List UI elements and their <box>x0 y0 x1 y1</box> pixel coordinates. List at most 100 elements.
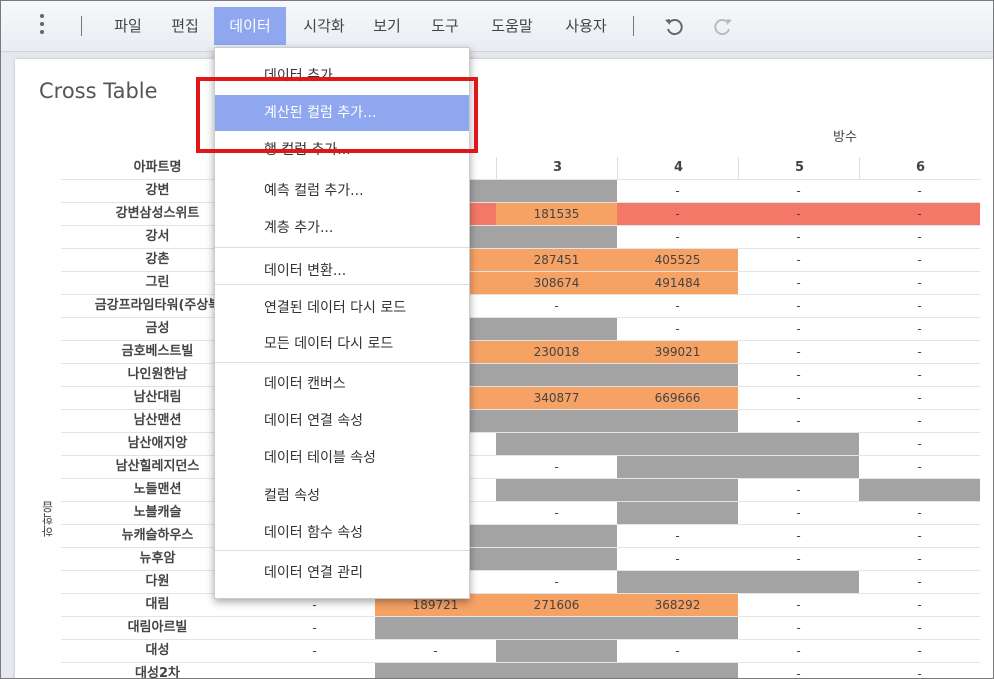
table-cell[interactable]: - <box>859 364 980 387</box>
table-cell[interactable] <box>496 433 617 456</box>
table-cell[interactable] <box>617 433 738 456</box>
table-cell[interactable] <box>496 318 617 341</box>
column-header-cell[interactable]: 5 <box>738 157 860 180</box>
dropdown-item[interactable]: 데이터 캔버스 <box>215 366 469 402</box>
menu-data[interactable]: 데이터 <box>214 7 286 45</box>
table-cell[interactable]: - <box>738 272 859 295</box>
column-header-cell[interactable]: 3 <box>496 157 618 180</box>
table-cell[interactable]: 399021 <box>617 341 738 364</box>
table-cell[interactable]: - <box>738 387 859 410</box>
table-cell[interactable] <box>496 525 617 548</box>
table-cell[interactable]: 287451 <box>496 249 617 272</box>
table-cell[interactable]: 368292 <box>617 594 738 617</box>
table-cell[interactable]: 271606 <box>496 594 617 617</box>
table-cell[interactable]: - <box>496 295 617 318</box>
table-cell[interactable]: - <box>859 295 980 318</box>
table-cell[interactable] <box>738 456 859 479</box>
table-cell[interactable] <box>254 663 375 678</box>
table-cell[interactable]: - <box>859 433 980 456</box>
dropdown-item[interactable]: 연결된 데이터 다시 로드 <box>215 290 469 326</box>
dropdown-item[interactable]: 데이터 연결 관리 <box>215 555 469 591</box>
table-cell[interactable]: - <box>738 594 859 617</box>
table-cell[interactable] <box>738 433 859 456</box>
table-cell[interactable]: - <box>859 226 980 249</box>
table-cell[interactable] <box>617 617 738 640</box>
redo-icon[interactable] <box>712 15 734 37</box>
table-cell[interactable]: - <box>738 640 859 663</box>
table-cell[interactable]: - <box>859 180 980 203</box>
dropdown-item[interactable]: 예측 컬럼 추가... <box>215 173 469 209</box>
table-cell[interactable]: - <box>738 364 859 387</box>
table-cell[interactable]: - <box>859 663 980 678</box>
table-cell[interactable] <box>496 640 617 663</box>
dropdown-item[interactable]: 모든 데이터 다시 로드 <box>215 326 469 362</box>
table-cell[interactable]: - <box>738 341 859 364</box>
dropdown-item[interactable]: 데이터 연결 속성 <box>215 403 469 439</box>
table-cell[interactable]: - <box>738 249 859 272</box>
table-cell[interactable]: - <box>496 456 617 479</box>
table-cell[interactable]: - <box>859 502 980 525</box>
table-cell[interactable]: - <box>859 249 980 272</box>
table-cell[interactable] <box>859 479 980 502</box>
table-cell[interactable] <box>496 663 617 678</box>
table-cell[interactable]: - <box>738 203 859 226</box>
table-cell[interactable]: 181535 <box>496 203 617 226</box>
table-cell[interactable]: - <box>738 410 859 433</box>
dropdown-item[interactable]: 컬럼 속성 <box>215 478 469 514</box>
table-cell[interactable] <box>375 663 496 678</box>
table-cell[interactable] <box>496 180 617 203</box>
table-cell[interactable]: - <box>617 640 738 663</box>
table-cell[interactable]: - <box>738 502 859 525</box>
table-cell[interactable]: - <box>496 571 617 594</box>
table-cell[interactable]: - <box>738 318 859 341</box>
table-cell[interactable] <box>617 571 738 594</box>
table-cell[interactable] <box>496 364 617 387</box>
table-cell[interactable]: 491484 <box>617 272 738 295</box>
menu-edit[interactable]: 편집 <box>158 7 212 45</box>
table-cell[interactable]: - <box>617 295 738 318</box>
dropdown-item[interactable]: 데이터 테이블 속성 <box>215 440 469 476</box>
table-cell[interactable]: - <box>254 640 375 663</box>
table-cell[interactable]: - <box>617 525 738 548</box>
table-cell[interactable] <box>496 479 617 502</box>
table-cell[interactable]: - <box>859 272 980 295</box>
table-cell[interactable]: - <box>859 456 980 479</box>
dropdown-item[interactable]: 데이터 함수 속성 <box>215 515 469 551</box>
table-cell[interactable]: - <box>859 387 980 410</box>
menu-view[interactable]: 보기 <box>361 7 413 45</box>
row-label[interactable]: 대림아르빌 <box>61 617 254 640</box>
table-cell[interactable]: 308674 <box>496 272 617 295</box>
table-cell[interactable] <box>375 617 496 640</box>
table-cell[interactable]: - <box>738 295 859 318</box>
dropdown-item[interactable]: 계층 추가... <box>215 210 469 246</box>
table-cell[interactable]: - <box>375 640 496 663</box>
table-cell[interactable] <box>617 663 738 678</box>
table-cell[interactable]: - <box>738 226 859 249</box>
table-cell[interactable] <box>617 456 738 479</box>
table-cell[interactable]: - <box>617 180 738 203</box>
row-label[interactable]: 대성2차 <box>61 663 254 678</box>
menu-user[interactable]: 사용자 <box>553 7 619 45</box>
column-header-cell[interactable]: 6 <box>859 157 981 180</box>
table-cell[interactable]: - <box>738 548 859 571</box>
table-cell[interactable]: - <box>496 502 617 525</box>
table-cell[interactable]: - <box>859 341 980 364</box>
table-cell[interactable] <box>617 364 738 387</box>
table-cell[interactable]: - <box>738 663 859 678</box>
table-cell[interactable]: 405525 <box>617 249 738 272</box>
table-cell[interactable]: - <box>254 617 375 640</box>
table-cell[interactable] <box>617 410 738 433</box>
column-header-cell[interactable]: 4 <box>617 157 739 180</box>
table-cell[interactable]: - <box>859 571 980 594</box>
menu-help[interactable]: 도움말 <box>479 7 545 45</box>
table-cell[interactable]: - <box>738 180 859 203</box>
table-cell[interactable]: - <box>859 525 980 548</box>
menu-tools[interactable]: 도구 <box>419 7 471 45</box>
row-label[interactable]: 대성 <box>61 640 254 663</box>
table-cell[interactable]: - <box>859 203 980 226</box>
table-cell[interactable] <box>496 617 617 640</box>
table-cell[interactable]: - <box>859 410 980 433</box>
table-cell[interactable] <box>496 410 617 433</box>
table-cell[interactable] <box>617 479 738 502</box>
more-options-icon[interactable] <box>39 14 45 38</box>
